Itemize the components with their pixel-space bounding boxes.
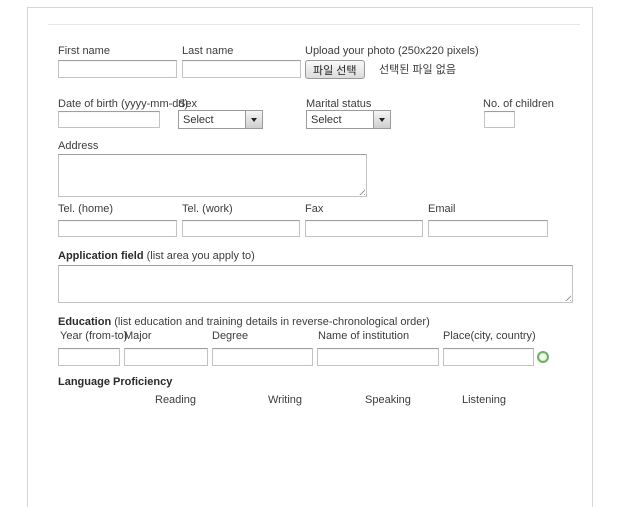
resize-handle-icon[interactable]	[357, 187, 365, 195]
language-proficiency-title: Language Proficiency	[58, 376, 172, 388]
last-name-input[interactable]	[182, 60, 301, 78]
language-col-reading: Reading	[155, 394, 196, 406]
fax-input[interactable]	[305, 220, 423, 237]
education-place-input[interactable]	[443, 348, 534, 366]
address-label: Address	[58, 140, 98, 152]
education-col-year: Year (from-to)	[60, 330, 127, 342]
education-title: Education	[58, 316, 111, 328]
education-col-degree: Degree	[212, 330, 248, 342]
education-col-place: Place(city, country)	[443, 330, 536, 342]
education-hint: (list education and training details in …	[114, 316, 430, 328]
photo-upload-label: Upload your photo (250x220 pixels)	[305, 45, 479, 57]
children-label: No. of children	[483, 98, 554, 110]
marital-status-label: Marital status	[306, 98, 371, 110]
tel-work-input[interactable]	[182, 220, 300, 237]
education-institution-input[interactable]	[317, 348, 439, 366]
marital-status-select[interactable]: Select	[306, 110, 391, 129]
email-input[interactable]	[428, 220, 548, 237]
education-col-major: Major	[124, 330, 152, 342]
education-label: Education (list education and training d…	[58, 316, 430, 328]
first-name-input[interactable]	[58, 60, 177, 78]
language-col-writing: Writing	[268, 394, 302, 406]
tel-work-label: Tel. (work)	[182, 203, 233, 215]
application-field-hint: (list area you apply to)	[147, 250, 255, 262]
application-form-page: { "form": { "personal": { "first_name": …	[0, 0, 640, 400]
education-year-input[interactable]	[58, 348, 120, 366]
tel-home-input[interactable]	[58, 220, 177, 237]
application-field-title: Application field	[58, 250, 144, 262]
application-field-textarea[interactable]	[58, 265, 573, 303]
resize-handle-icon[interactable]	[563, 293, 571, 301]
sex-select[interactable]: Select	[178, 110, 263, 129]
dropdown-arrow-icon[interactable]	[245, 111, 262, 128]
email-label: Email	[428, 203, 456, 215]
education-degree-input[interactable]	[212, 348, 313, 366]
file-status-text: 선택된 파일 없음	[379, 64, 456, 76]
marital-select-value: Select	[307, 114, 373, 126]
language-col-listening: Listening	[462, 394, 506, 406]
language-col-speaking: Speaking	[365, 394, 411, 406]
sex-select-value: Select	[179, 114, 245, 126]
application-field-label: Application field (list area you apply t…	[58, 250, 255, 262]
dob-label: Date of birth (yyyy-mm-dd)	[58, 98, 188, 110]
file-select-button[interactable]: 파일 선택	[305, 60, 365, 79]
education-col-institution: Name of institution	[318, 330, 409, 342]
sex-label: Sex	[178, 98, 197, 110]
children-input[interactable]	[484, 111, 515, 128]
education-major-input[interactable]	[124, 348, 208, 366]
fax-label: Fax	[305, 203, 323, 215]
first-name-label: First name	[58, 45, 110, 57]
last-name-label: Last name	[182, 45, 233, 57]
dropdown-arrow-icon[interactable]	[373, 111, 390, 128]
tel-home-label: Tel. (home)	[58, 203, 113, 215]
address-textarea[interactable]	[58, 154, 367, 197]
top-divider	[48, 24, 580, 25]
add-row-icon[interactable]	[537, 351, 549, 363]
dob-input[interactable]	[58, 111, 160, 128]
